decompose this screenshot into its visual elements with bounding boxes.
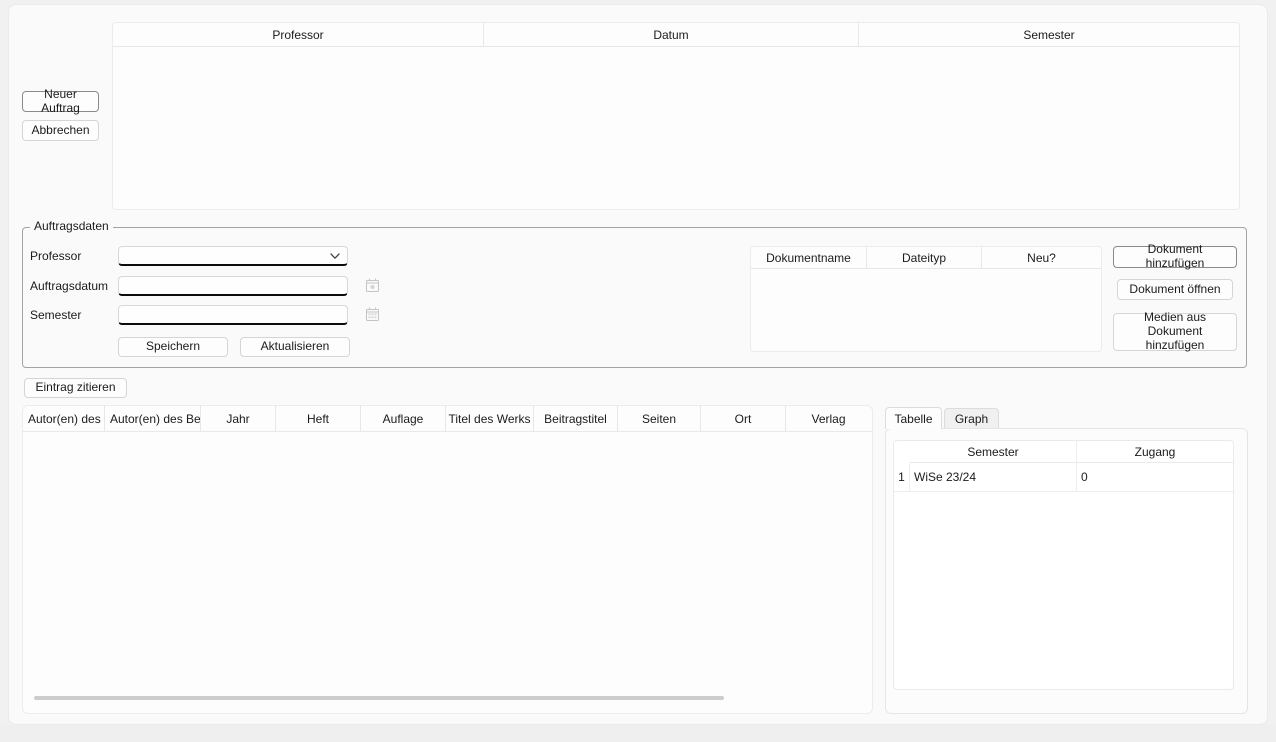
refresh-button[interactable]: Aktualisieren xyxy=(240,337,350,357)
tab-tabelle[interactable]: Tabelle xyxy=(885,407,942,429)
orders-column-professor[interactable]: Professor xyxy=(113,23,484,46)
stats-table-body[interactable] xyxy=(894,492,1233,689)
stats-column-semester-label: Semester xyxy=(967,445,1018,459)
citations-table-header: Autor(en) des Werks Autor(en) des Beitra… xyxy=(23,406,872,432)
documents-column-name-label: Dokumentname xyxy=(766,251,851,265)
professor-combobox[interactable] xyxy=(118,246,348,266)
calendar-grid-icon[interactable] xyxy=(364,306,381,323)
orders-column-semester-label: Semester xyxy=(1023,28,1074,42)
order-date-input[interactable] xyxy=(118,276,348,296)
citations-table-body[interactable] xyxy=(23,432,872,687)
add-media-from-document-button[interactable]: Medien aus Dokument hinzufügen xyxy=(1113,313,1237,351)
documents-table-body[interactable] xyxy=(751,269,1101,351)
citations-table: Autor(en) des Werks Autor(en) des Beitra… xyxy=(22,405,873,714)
citations-column-work-authors[interactable]: Autor(en) des Werks xyxy=(23,406,105,431)
documents-table: Dokumentname Dateityp Neu? xyxy=(750,246,1102,352)
calendar-day-icon[interactable] xyxy=(364,277,381,294)
documents-table-header: Dokumentname Dateityp Neu? xyxy=(751,247,1101,269)
add-document-button[interactable]: Dokument hinzufügen xyxy=(1113,246,1237,268)
documents-column-filetype-label: Dateityp xyxy=(902,251,946,265)
window-footer-strip xyxy=(0,725,1276,742)
chevron-down-icon xyxy=(329,250,341,262)
semester-input[interactable] xyxy=(118,305,348,325)
citations-column-label: Heft xyxy=(307,412,329,426)
stats-column-zugang[interactable]: Zugang xyxy=(1077,441,1233,463)
horizontal-scrollbar-thumb[interactable] xyxy=(34,696,724,700)
tab-graph[interactable]: Graph xyxy=(944,408,999,429)
stats-row-zugang-value: 0 xyxy=(1081,470,1088,484)
orders-column-datum[interactable]: Datum xyxy=(484,23,859,46)
orders-table-header: Professor Datum Semester xyxy=(113,23,1239,47)
citations-column-contribution-title[interactable]: Beitragstitel xyxy=(534,406,618,431)
stats-row-semester-cell[interactable]: WiSe 23/24 xyxy=(910,463,1077,492)
documents-column-name[interactable]: Dokumentname xyxy=(751,247,867,268)
stats-row-zugang-cell[interactable]: 0 xyxy=(1077,463,1233,492)
order-date-label: Auftragsdatum xyxy=(30,279,108,293)
citations-column-label: Beitragstitel xyxy=(544,412,607,426)
semester-stats-table: Semester Zugang 1 WiSe 23/24 0 xyxy=(893,440,1234,690)
citations-column-label: Autor(en) des Werks xyxy=(28,412,105,426)
citations-column-pages[interactable]: Seiten xyxy=(618,406,701,431)
stats-row-index: 1 xyxy=(894,463,910,492)
groupbox-title: Auftragsdaten xyxy=(30,219,113,233)
tab-graph-label: Graph xyxy=(955,412,988,426)
professor-label: Professor xyxy=(30,249,81,263)
tab-tabelle-label: Tabelle xyxy=(894,412,932,426)
orders-table-body[interactable] xyxy=(113,47,1239,209)
orders-table: Professor Datum Semester xyxy=(112,22,1240,210)
documents-column-new[interactable]: Neu? xyxy=(982,247,1101,268)
citations-column-contribution-authors[interactable]: Autor(en) des Beitrags xyxy=(105,406,201,431)
documents-column-filetype[interactable]: Dateityp xyxy=(867,247,982,268)
save-button[interactable]: Speichern xyxy=(118,337,228,357)
stats-corner-cell xyxy=(894,441,910,463)
citations-column-label: Seiten xyxy=(642,412,676,426)
semester-label: Semester xyxy=(30,308,81,322)
orders-column-semester[interactable]: Semester xyxy=(859,23,1239,46)
citations-column-issue[interactable]: Heft xyxy=(276,406,361,431)
new-order-button[interactable]: Neuer Auftrag xyxy=(22,91,99,112)
stats-row-semester-value: WiSe 23/24 xyxy=(914,470,976,484)
citations-column-label: Titel des Werks xyxy=(448,412,530,426)
citations-column-label: Verlag xyxy=(811,412,845,426)
citations-column-work-title[interactable]: Titel des Werks xyxy=(446,406,534,431)
orders-column-datum-label: Datum xyxy=(653,28,688,42)
stats-column-semester[interactable]: Semester xyxy=(910,441,1077,463)
cancel-button[interactable]: Abbrechen xyxy=(22,120,99,141)
open-document-button[interactable]: Dokument öffnen xyxy=(1117,279,1233,300)
citations-column-edition[interactable]: Auflage xyxy=(361,406,446,431)
documents-column-new-label: Neu? xyxy=(1027,251,1056,265)
stats-column-zugang-label: Zugang xyxy=(1135,445,1176,459)
application-window: Professor Datum Semester Neuer Auftrag A… xyxy=(0,0,1276,742)
citations-column-publisher[interactable]: Verlag xyxy=(786,406,871,431)
citations-column-label: Ort xyxy=(735,412,752,426)
citations-column-label: Jahr xyxy=(226,412,249,426)
citations-column-label: Auflage xyxy=(383,412,424,426)
orders-column-professor-label: Professor xyxy=(272,28,323,42)
citations-column-place[interactable]: Ort xyxy=(701,406,786,431)
citations-column-year[interactable]: Jahr xyxy=(201,406,276,431)
citations-column-label: Autor(en) des Beitrags xyxy=(110,412,201,426)
cite-entry-button[interactable]: Eintrag zitieren xyxy=(24,378,127,398)
